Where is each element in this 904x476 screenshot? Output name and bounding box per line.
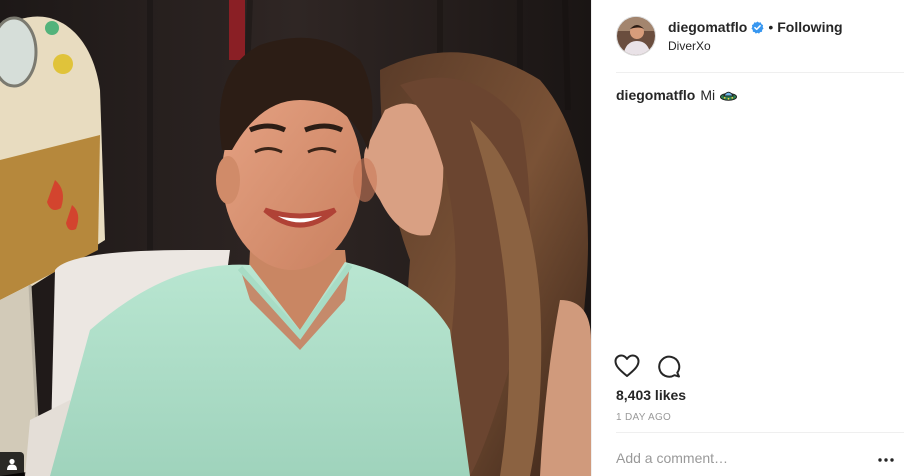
caption-text: Mi [700,87,716,103]
flying-saucer-emoji [720,91,738,101]
like-button[interactable] [614,353,640,379]
comment-input[interactable] [616,446,856,470]
verified-badge-icon [751,20,764,34]
avatar-image [617,17,655,55]
person-icon [7,458,17,470]
more-options-button[interactable] [874,452,898,468]
header-line: diegomatflo • Following [668,18,843,36]
post-sidebar: diegomatflo • Following DiverXo diegomat… [591,0,904,476]
comment-icon [658,355,681,378]
likes-count[interactable]: 8,403 likes [616,387,686,403]
instagram-post: diegomatflo • Following DiverXo diegomat… [0,0,904,476]
comment-divider [616,432,904,433]
separator-dot: • [768,19,774,35]
following-button[interactable]: Following [777,18,842,36]
post-header: diegomatflo • Following DiverXo [616,14,886,58]
tag-person-button[interactable] [0,452,24,476]
post-actions [614,353,698,379]
post-photo[interactable] [0,0,591,476]
header-divider [616,72,904,73]
comment-button[interactable] [656,353,682,379]
post-timestamp[interactable]: 1 DAY AGO [616,412,671,423]
caption: diegomatflo Mi [616,86,738,104]
heart-icon [614,354,640,377]
avatar[interactable] [616,16,656,56]
caption-username-link[interactable]: diegomatflo [616,86,695,104]
username-link[interactable]: diegomatflo [668,18,747,36]
more-options-icon [878,458,894,462]
location-link[interactable]: DiverXo [668,38,843,54]
header-text: diegomatflo • Following DiverXo [668,18,843,54]
photo-image [0,0,591,476]
